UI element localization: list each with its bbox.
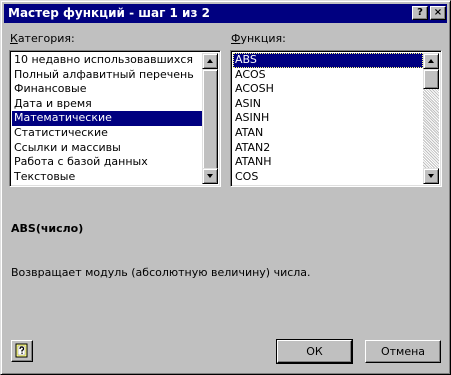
category-listbox[interactable]: 10 недавно использовавшихся Полный алфави… [9,50,221,187]
category-list-item[interactable]: Статистические [12,126,202,141]
category-scroll-up-button[interactable] [202,53,218,69]
category-list-item[interactable]: Финансовые [12,82,202,97]
window-title: Мастер функций - шаг 1 из 2 [8,6,210,20]
function-list-item[interactable]: ABS [233,53,423,68]
close-icon: × [433,7,443,18]
function-list-item[interactable]: ACOSH [233,82,423,97]
category-list-item[interactable]: Ссылки и массивы [12,141,202,156]
category-list-item[interactable]: Текстовые [12,170,202,185]
title-bar[interactable]: Мастер функций - шаг 1 из 2 [4,4,447,23]
category-list-item[interactable]: 10 недавно использовавшихся [12,53,202,68]
ok-button-label: ОК [306,345,323,358]
function-description: Возвращает модуль (абсолютную величину) … [11,266,311,279]
category-list-item[interactable]: Математические [12,111,202,126]
function-list-item[interactable]: ATAN2 [233,141,423,156]
scroll-down-arrow-icon [428,174,434,178]
cancel-button-label: Отмена [380,345,426,358]
function-wizard-dialog: Мастер функций - шаг 1 из 2 ? × Категори… [0,0,451,375]
function-listbox[interactable]: ABS ACOS ACOSH ASIN ASINH ATAN ATAN2 ATANH COS [230,50,442,187]
function-items: ABS ACOS ACOSH ASIN ASINH ATAN ATAN2 ATANH COS [233,53,423,184]
category-scrollbar[interactable] [202,53,218,184]
scroll-up-arrow-icon [428,59,434,63]
category-list-item[interactable]: Работа с базой данных [12,155,202,170]
function-scroll-thumb[interactable] [423,69,439,89]
function-list-item[interactable]: ASIN [233,97,423,112]
function-scrollbar[interactable] [423,53,439,184]
function-list-item[interactable]: ACOS [233,68,423,83]
function-list-item[interactable]: ASINH [233,111,423,126]
ok-button[interactable]: ОК [276,339,353,364]
category-scroll-down-button[interactable] [202,168,218,184]
function-scroll-down-button[interactable] [423,168,439,184]
function-syntax: ABS(число) [11,222,84,235]
function-list-item[interactable]: ATANH [233,155,423,170]
category-scroll-thumb[interactable] [202,69,218,174]
title-help-button[interactable]: ? [412,6,428,20]
help-glyph: ? [417,7,423,18]
category-list-item[interactable]: Дата и время [12,97,202,112]
category-label: Категория: [10,32,75,45]
scroll-up-arrow-icon [207,59,213,63]
category-items: 10 недавно использовавшихся Полный алфави… [12,53,202,184]
scroll-down-arrow-icon [207,174,213,178]
help-button[interactable] [11,340,33,362]
function-scroll-up-button[interactable] [423,53,439,69]
title-close-button[interactable]: × [430,6,446,20]
function-list-item[interactable]: COS [233,170,423,185]
function-list-item[interactable]: ATAN [233,126,423,141]
function-label: Функция: [231,32,286,45]
cancel-button[interactable]: Отмена [365,340,441,363]
category-list-item[interactable]: Полный алфавитный перечень [12,68,202,83]
question-book-icon [15,343,28,358]
